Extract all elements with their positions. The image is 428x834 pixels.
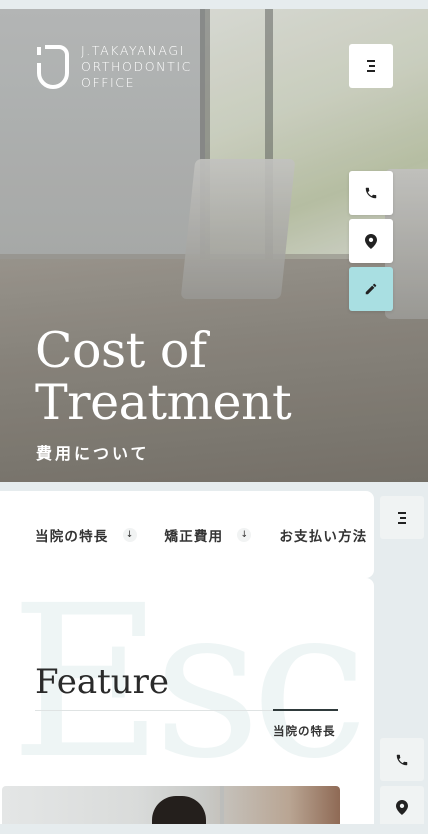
contact-button[interactable] [349,267,393,311]
logo-line: OFFICE [81,75,136,90]
map-pin-icon [365,233,377,249]
section-nav-list: 当院の特長 ↓ 矯正費用 ↓ お支払い方法 [35,491,396,578]
phone-button[interactable] [349,171,393,215]
hero-banner: J.TAKAYANAGI ORTHODONTIC OFFICE Cost of … [0,9,428,482]
map-pin-icon [396,800,408,815]
section-nav-item-feature[interactable]: 当院の特長 ↓ [35,525,137,545]
divider-accent [273,709,338,711]
section-nav-label: 当院の特長 [35,528,109,545]
feature-section: Esc Feature 当院の特長 [0,578,374,834]
page-title-line: Cost of [35,322,207,379]
section-subtitle: 当院の特長 [273,724,336,738]
rail-map-button[interactable] [380,786,424,829]
logo-text: J.TAKAYANAGI ORTHODONTIC OFFICE [81,43,192,91]
page-title: Cost of Treatment [35,322,292,431]
section-nav-label: 矯正費用 [164,528,224,545]
menu-button[interactable] [349,44,393,88]
section-title: Feature [35,662,170,702]
page: J.TAKAYANAGI ORTHODONTIC OFFICE Cost of … [0,0,428,834]
phone-icon [365,187,377,199]
logo-mark-icon [35,43,69,89]
map-button[interactable] [349,219,393,263]
bottom-edge [0,824,428,834]
arrow-down-icon: ↓ [122,527,137,542]
page-title-line: Treatment [35,374,292,431]
section-nav-item-payment[interactable]: お支払い方法 [279,525,367,545]
site-logo[interactable]: J.TAKAYANAGI ORTHODONTIC OFFICE [35,43,192,91]
logo-line: ORTHODONTIC [81,59,192,74]
rail-phone-button[interactable] [380,738,424,781]
pencil-icon [365,283,377,295]
logo-line: J.TAKAYANAGI [81,43,185,58]
menu-icon [367,60,375,72]
section-nav-item-cost[interactable]: 矯正費用 ↓ [165,525,252,545]
section-nav: 当院の特長 ↓ 矯正費用 ↓ お支払い方法 [0,491,374,578]
phone-icon [396,754,408,765]
arrow-down-icon: ↓ [237,527,252,542]
page-subtitle: 費用について [36,444,150,463]
rail-menu-button[interactable] [380,496,424,539]
menu-icon [398,511,406,524]
section-nav-label: お支払い方法 [279,528,368,545]
